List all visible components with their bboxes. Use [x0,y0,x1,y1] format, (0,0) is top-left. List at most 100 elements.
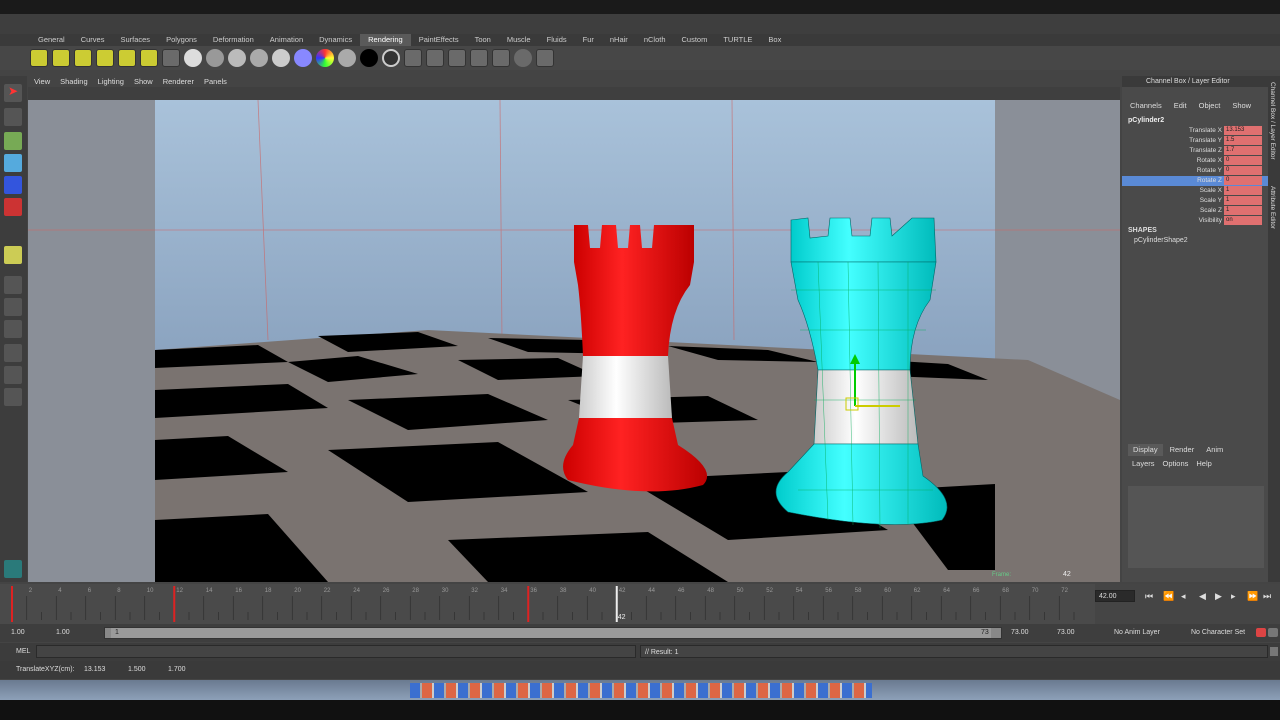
shelf-tab-turtle[interactable]: TURTLE [715,34,760,46]
shelf-tab-general[interactable]: General [30,34,73,46]
blinn-icon[interactable] [184,49,202,67]
time-slider[interactable]: 2 4 6 8 10 12 14 16 18 20 22 24 26 28 30 32 34 36 38 40 42 44… [0,584,1095,624]
attribute-label[interactable]: Scale X [1200,186,1222,196]
shelf-tab-curves[interactable]: Curves [73,34,113,46]
attribute-row[interactable]: Rotate X0 [1122,156,1268,166]
attribute-value[interactable]: 1.5 [1224,136,1262,145]
layer-tab-render[interactable]: Render [1165,444,1200,456]
shelf-tab-animation[interactable]: Animation [262,34,311,46]
attribute-value[interactable]: 0 [1224,176,1262,185]
shelf-tab-rendering[interactable]: Rendering [360,34,411,46]
viewport-persp[interactable]: Frame: 42 [28,100,1120,582]
attribute-row[interactable]: Translate Z 1.7 [1122,146,1268,156]
end-time-field[interactable]: 73.00 [1054,627,1100,639]
channel-menu-object[interactable]: Object [1199,100,1221,112]
attribute-label[interactable]: Scale Y [1200,196,1222,206]
show-manipulator-icon[interactable] [4,246,22,264]
phong-icon[interactable] [228,49,246,67]
start-time-field[interactable]: 1.00 [8,627,48,639]
surface-shader-icon[interactable] [360,49,378,67]
anim-layer-menu[interactable]: No Anim Layer [1114,629,1160,636]
scale-tool-icon[interactable] [4,198,22,216]
playback-end-field[interactable]: 73.00 [1008,627,1054,639]
paint-select-icon[interactable] [4,132,22,150]
panel-menu-lighting[interactable]: Lighting [98,76,124,87]
paint-icon[interactable] [536,49,554,67]
shelf-tab-custom[interactable]: Custom [674,34,716,46]
attribute-label[interactable]: Rotate Z [1197,176,1222,186]
shelf-tab-muscle[interactable]: Muscle [499,34,539,46]
attribute-row[interactable]: Rotate Z0 [1122,176,1268,186]
panel-menu-view[interactable]: View [34,76,50,87]
dock-apps[interactable] [410,683,872,698]
play-back-icon[interactable]: ◀ [1199,591,1206,602]
channel-menu-edit[interactable]: Edit [1174,100,1187,112]
playback-start-field[interactable]: 1.00 [53,627,99,639]
attribute-row[interactable]: Scale Y1 [1122,196,1268,206]
shelf-tab-surfaces[interactable]: Surfaces [112,34,158,46]
render-icon[interactable] [404,49,422,67]
channel-menu-channels[interactable]: Channels [1130,100,1162,112]
layout-single-icon[interactable] [4,276,22,294]
attribute-label[interactable]: Translate Z [1189,146,1222,156]
lambert-icon[interactable] [206,49,224,67]
shelf-tab-deformation[interactable]: Deformation [205,34,262,46]
move-tool-icon[interactable] [4,154,22,172]
attribute-label[interactable]: Rotate Y [1197,166,1222,176]
render-view-icon[interactable] [492,49,510,67]
attribute-label[interactable]: Translate Y [1189,136,1222,146]
tab-attribute-editor[interactable]: Attribute Editor [1269,186,1276,229]
attribute-row[interactable]: Scale Z1 [1122,206,1268,216]
hypershade-icon[interactable] [470,49,488,67]
layer-menu-help[interactable]: Help [1196,458,1211,468]
channel-menu-show[interactable]: Show [1232,100,1251,112]
layer-list[interactable] [1128,486,1264,568]
shelf-tab-box[interactable]: Box [760,34,789,46]
attribute-row[interactable]: Visibility on [1122,216,1268,226]
layout-two-icon[interactable] [4,320,22,338]
use-background-icon[interactable] [382,49,400,67]
shading-map-icon[interactable] [338,49,356,67]
panel-menu-shading[interactable]: Shading [60,76,88,87]
ramp-shader-icon[interactable] [316,49,334,67]
attribute-value[interactable]: 0 [1224,156,1262,165]
shelf-tab-fur[interactable]: Fur [575,34,602,46]
attribute-label[interactable]: Scale Z [1200,206,1222,216]
shelf-tab-fluids[interactable]: Fluids [539,34,575,46]
viewport-scene[interactable] [28,100,1120,582]
shelf-tab-painteffects[interactable]: PaintEffects [411,34,467,46]
volume-light-icon[interactable] [118,49,136,67]
go-to-end-icon[interactable]: ⏭ [1263,591,1271,602]
tab-channel-box[interactable]: Channel Box / Layer Editor [1269,82,1276,160]
time-slider-ruler[interactable]: 2 4 6 8 10 12 14 16 18 20 22 24 26 28 30 32 34 36 38 40 42 44… [0,584,1095,624]
range-slider[interactable]: 1 73 [104,627,1002,639]
panel-menu-panels[interactable]: Panels [204,76,227,87]
step-back-key-icon[interactable]: ⏪ [1163,591,1174,602]
go-to-start-icon[interactable]: ⏮ [1145,591,1153,602]
step-back-icon[interactable]: ◂ [1181,591,1186,602]
attribute-label[interactable]: Rotate X [1197,156,1222,166]
phonge-icon[interactable] [250,49,268,67]
attribute-row[interactable]: Scale X1 [1122,186,1268,196]
object-name[interactable]: pCylinder2 [1128,117,1164,124]
attribute-value[interactable]: 1.7 [1224,146,1262,155]
point-light-icon[interactable] [30,49,48,67]
turtle-icon[interactable] [4,560,22,578]
attribute-label[interactable]: Visibility [1199,216,1222,226]
attribute-value[interactable]: 0 [1224,166,1262,175]
step-forward-key-icon[interactable]: ⏩ [1247,591,1258,602]
range-slider-handle[interactable] [111,628,991,638]
play-forward-icon[interactable]: ▶ [1215,591,1222,602]
attribute-label[interactable]: Translate X [1189,126,1222,136]
shelf-tab-nhair[interactable]: nHair [602,34,636,46]
layout-four-icon[interactable] [4,298,22,316]
attribute-value[interactable]: 13.153 [1224,126,1262,135]
attribute-value[interactable]: 1 [1224,206,1262,215]
light-link-icon[interactable] [514,49,532,67]
layered-shader-icon[interactable] [294,49,312,67]
render-settings-icon[interactable] [448,49,466,67]
current-frame-field[interactable]: 42.00 [1095,590,1135,602]
shape-name[interactable]: pCylinderShape2 [1134,237,1188,244]
attribute-row[interactable]: Rotate Y0 [1122,166,1268,176]
anisotropic-icon[interactable] [272,49,290,67]
